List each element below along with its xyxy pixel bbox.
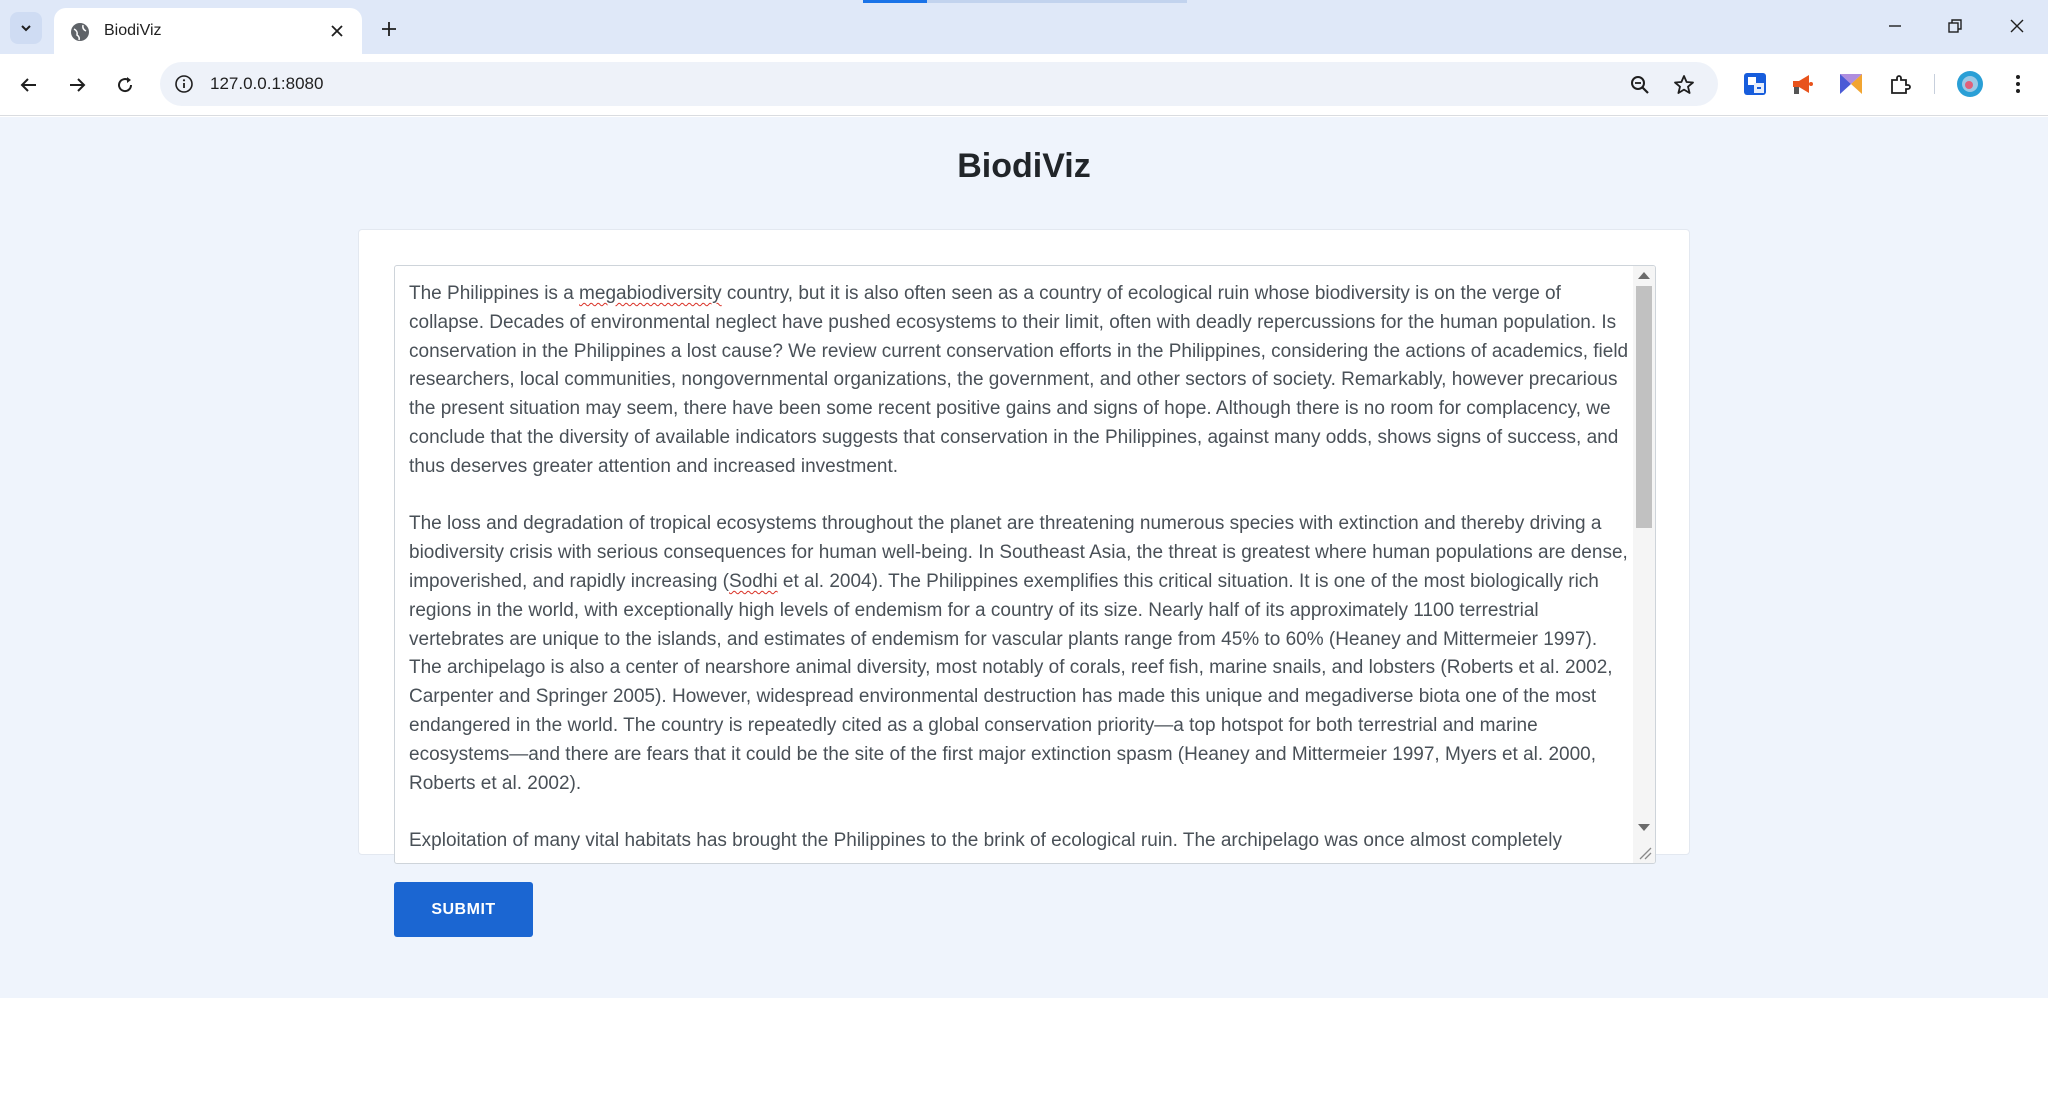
text-segment: Exploitation of many vital habitats has … <box>409 830 1562 852</box>
close-icon <box>2010 19 2024 33</box>
browser-tab-bar: BiodiViz <box>0 0 2048 54</box>
address-bar[interactable]: 127.0.0.1:8080 <box>160 62 1718 106</box>
textarea-paragraph: The loss and degradation of tropical eco… <box>409 510 1629 798</box>
submit-button[interactable]: SUBMIT <box>394 882 533 937</box>
minimize-icon <box>1889 25 1901 27</box>
browser-menu-button[interactable] <box>2004 70 2032 98</box>
url-text[interactable]: 127.0.0.1:8080 <box>210 74 323 94</box>
textarea-scrollbar[interactable] <box>1633 266 1655 863</box>
zoom-icon[interactable] <box>1628 73 1652 97</box>
megaphone-icon <box>1793 75 1813 94</box>
resize-grip-icon[interactable] <box>1638 846 1652 860</box>
extension-megaphone-icon[interactable] <box>1789 70 1817 98</box>
reload-icon <box>118 77 133 93</box>
extensions-menu-button[interactable] <box>1886 70 1914 98</box>
textarea-paragraph: Exploitation of many vital habitats has … <box>409 827 1629 856</box>
globe-icon <box>71 23 89 41</box>
spellcheck-flagged-word: Sodhi <box>729 570 778 592</box>
loading-track <box>927 0 1187 3</box>
puzzle-icon <box>1891 75 1911 94</box>
page-footer-blank <box>0 998 2048 1097</box>
restore-button[interactable] <box>1933 10 1977 42</box>
profile-avatar-button[interactable] <box>1956 70 1984 98</box>
bookmark-star-icon[interactable] <box>1672 73 1696 97</box>
reload-button[interactable] <box>108 68 142 102</box>
page-body: BiodiViz The Philippines is a megabiodiv… <box>0 117 2048 998</box>
text-segment: et al. 2004). The Philippines exemplifie… <box>409 570 1613 794</box>
info-icon[interactable] <box>174 74 194 94</box>
minimize-button[interactable] <box>1873 10 1917 42</box>
text-segment: The Philippines is a <box>409 283 580 304</box>
tab-title: BiodiViz <box>104 22 162 39</box>
new-tab-button[interactable] <box>374 14 404 44</box>
extension-bow-icon[interactable] <box>1837 70 1865 98</box>
textarea-text[interactable]: The Philippines is a megabiodiversity co… <box>409 280 1629 863</box>
shield-lock-icon <box>1744 73 1766 95</box>
arrow-left-icon <box>20 78 36 92</box>
tab-search-button[interactable] <box>10 12 42 44</box>
avatar <box>1957 71 1983 97</box>
forward-button[interactable] <box>60 68 94 102</box>
tab-close-button[interactable] <box>326 20 348 42</box>
chevron-down-icon <box>21 25 31 32</box>
extension-bitwarden-icon[interactable] <box>1741 70 1769 98</box>
loading-indicator <box>863 0 927 3</box>
plus-icon <box>382 22 396 36</box>
bowtie-icon <box>1840 74 1862 94</box>
arrow-right-icon <box>70 78 86 92</box>
close-window-button[interactable] <box>1995 10 2039 42</box>
input-card: The Philippines is a megabiodiversity co… <box>358 229 1690 937</box>
scroll-up-arrow-icon[interactable] <box>1638 272 1650 279</box>
textarea-paragraph: The Philippines is a megabiodiversity co… <box>409 280 1629 482</box>
page-title: BiodiViz <box>957 147 1091 185</box>
scroll-down-arrow-icon[interactable] <box>1638 824 1650 831</box>
back-button[interactable] <box>12 68 46 102</box>
spellcheck-flagged-word: megabiodiversity <box>579 283 722 304</box>
toolbar-divider <box>1934 74 1935 94</box>
kebab-menu-icon <box>2016 75 2020 93</box>
browser-tab[interactable]: BiodiViz <box>54 8 362 54</box>
abstract-textarea[interactable]: The Philippines is a megabiodiversity co… <box>394 265 1656 864</box>
text-segment: country, but it is also often seen as a … <box>409 283 1629 477</box>
scrollbar-thumb[interactable] <box>1636 286 1652 528</box>
restore-icon <box>1948 19 1962 33</box>
close-icon <box>331 25 343 37</box>
